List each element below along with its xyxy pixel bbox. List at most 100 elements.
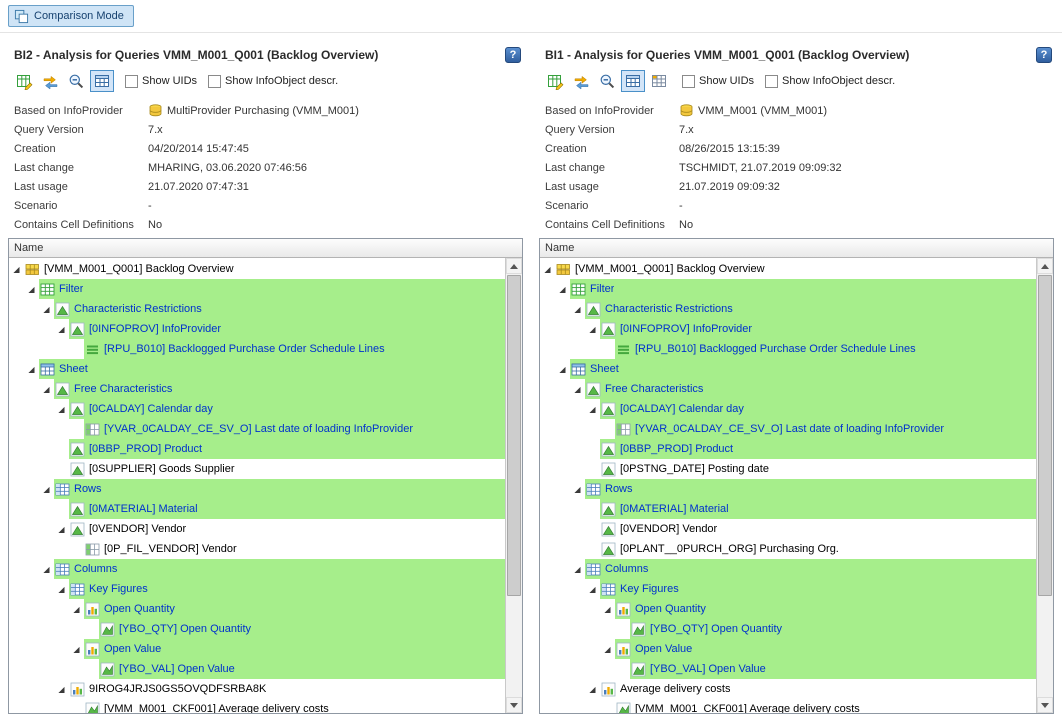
collapse-toggle-icon[interactable]: ◢	[540, 259, 555, 279]
tree-node[interactable]: [0MATERIAL] Material	[540, 499, 1036, 519]
help-icon[interactable]: ?	[1036, 47, 1052, 63]
scrollbar-track[interactable]	[506, 274, 522, 697]
collapse-toggle-icon[interactable]: ◢	[570, 559, 585, 579]
collapse-toggle-icon[interactable]: ◢	[39, 559, 54, 579]
tree-node[interactable]: ◢Open Value	[540, 639, 1036, 659]
collapse-toggle-icon[interactable]: ◢	[54, 519, 69, 539]
scrollbar-thumb[interactable]	[1038, 275, 1052, 596]
tree-node[interactable]: ◢Average delivery costs	[540, 679, 1036, 699]
tree-node[interactable]: [VMM_M001_CKF001] Average delivery costs	[540, 699, 1036, 713]
tree-node[interactable]: ◢Key Figures	[9, 579, 505, 599]
tree-node[interactable]: ◢[0CALDAY] Calendar day	[540, 399, 1036, 419]
tree-node[interactable]: [RPU_B010] Backlogged Purchase Order Sch…	[540, 339, 1036, 359]
tree-column-header[interactable]: Name	[9, 239, 522, 258]
checkbox-show-infoobject-descr[interactable]: Show InfoObject descr.	[765, 75, 895, 88]
tree-node[interactable]: ◢[0INFOPROV] InfoProvider	[540, 319, 1036, 339]
collapse-toggle-icon[interactable]: ◢	[54, 679, 69, 699]
tree-node[interactable]: ◢Sheet	[540, 359, 1036, 379]
checkbox-show-uids[interactable]: Show UIDs	[682, 75, 754, 88]
tree-node[interactable]: ◢Characteristic Restrictions	[9, 299, 505, 319]
scrollbar-thumb[interactable]	[507, 275, 521, 596]
tree-node[interactable]: ◢Filter	[9, 279, 505, 299]
tree-node[interactable]: [0P_FIL_VENDOR] Vendor	[9, 539, 505, 559]
tree-node[interactable]: [YBO_QTY] Open Quantity	[540, 619, 1036, 639]
comparison-mode-button[interactable]: Comparison Mode	[8, 5, 134, 27]
collapse-toggle-icon[interactable]: ◢	[39, 379, 54, 399]
tree-node[interactable]: [0PLANT__0PURCH_ORG] Purchasing Org.	[540, 539, 1036, 559]
tree-node[interactable]: ◢[0CALDAY] Calendar day	[9, 399, 505, 419]
tree-node[interactable]: ◢Free Characteristics	[9, 379, 505, 399]
tree-node[interactable]: [0BBP_PROD] Product	[9, 439, 505, 459]
collapse-toggle-icon[interactable]: ◢	[9, 259, 24, 279]
toolbar-button-zoom-out[interactable]	[595, 70, 619, 92]
collapse-toggle-icon[interactable]: ◢	[39, 479, 54, 499]
toolbar-button-edit-table[interactable]	[543, 70, 567, 92]
collapse-toggle-icon[interactable]: ◢	[69, 639, 84, 659]
scroll-up-button[interactable]	[1037, 258, 1053, 274]
scrollbar-track[interactable]	[1037, 274, 1053, 697]
collapse-toggle-icon[interactable]: ◢	[570, 299, 585, 319]
tree-column-header[interactable]: Name	[540, 239, 1053, 258]
tree-node[interactable]: ◢Free Characteristics	[540, 379, 1036, 399]
checkbox-box[interactable]	[682, 75, 695, 88]
collapse-toggle-icon[interactable]: ◢	[570, 479, 585, 499]
tree-node[interactable]: [RPU_B010] Backlogged Purchase Order Sch…	[9, 339, 505, 359]
toolbar-button-hierarchy-grid[interactable]	[621, 70, 645, 92]
tree-node[interactable]: ◢Sheet	[9, 359, 505, 379]
checkbox-box[interactable]	[208, 75, 221, 88]
scroll-up-button[interactable]	[506, 258, 522, 274]
tree-node[interactable]: [0PSTNG_DATE] Posting date	[540, 459, 1036, 479]
collapse-toggle-icon[interactable]: ◢	[585, 319, 600, 339]
collapse-toggle-icon[interactable]: ◢	[585, 399, 600, 419]
vertical-scrollbar[interactable]	[505, 258, 522, 713]
collapse-toggle-icon[interactable]: ◢	[600, 639, 615, 659]
tree-node[interactable]: ◢Key Figures	[540, 579, 1036, 599]
tree-node[interactable]: [0SUPPLIER] Goods Supplier	[9, 459, 505, 479]
tree-node[interactable]: [VMM_M001_CKF001] Average delivery costs	[9, 699, 505, 713]
tree-node[interactable]: ◢9IROG4JRJS0GS5OVQDFSRBA8K	[9, 679, 505, 699]
checkbox-box[interactable]	[765, 75, 778, 88]
toolbar-button-table-grid[interactable]	[647, 70, 671, 92]
tree-node[interactable]: [YVAR_0CALDAY_CE_SV_O] Last date of load…	[9, 419, 505, 439]
tree-node[interactable]: [0VENDOR] Vendor	[540, 519, 1036, 539]
collapse-toggle-icon[interactable]: ◢	[600, 599, 615, 619]
tree-node[interactable]: ◢Columns	[9, 559, 505, 579]
collapse-toggle-icon[interactable]: ◢	[585, 679, 600, 699]
tree-node[interactable]: [YBO_VAL] Open Value	[540, 659, 1036, 679]
toolbar-button-edit-table[interactable]	[12, 70, 36, 92]
tree-node[interactable]: ◢Open Quantity	[540, 599, 1036, 619]
tree-node[interactable]: [0BBP_PROD] Product	[540, 439, 1036, 459]
tree-node[interactable]: ◢Rows	[9, 479, 505, 499]
collapse-toggle-icon[interactable]: ◢	[24, 279, 39, 299]
help-icon[interactable]: ?	[505, 47, 521, 63]
toolbar-button-zoom-out[interactable]	[64, 70, 88, 92]
checkbox-box[interactable]	[125, 75, 138, 88]
checkbox-show-infoobject-descr[interactable]: Show InfoObject descr.	[208, 75, 338, 88]
scroll-down-button[interactable]	[1037, 697, 1053, 713]
collapse-toggle-icon[interactable]: ◢	[39, 299, 54, 319]
toolbar-button-swap-arrows[interactable]	[38, 70, 62, 92]
toolbar-button-hierarchy-grid[interactable]	[90, 70, 114, 92]
tree-node[interactable]: ◢Open Value	[9, 639, 505, 659]
collapse-toggle-icon[interactable]: ◢	[555, 359, 570, 379]
collapse-toggle-icon[interactable]: ◢	[585, 579, 600, 599]
tree-node[interactable]: [YBO_QTY] Open Quantity	[9, 619, 505, 639]
vertical-scrollbar[interactable]	[1036, 258, 1053, 713]
tree-node[interactable]: ◢[0VENDOR] Vendor	[9, 519, 505, 539]
tree-node[interactable]: ◢[VMM_M001_Q001] Backlog Overview	[9, 259, 505, 279]
tree-node[interactable]: ◢[0INFOPROV] InfoProvider	[9, 319, 505, 339]
toolbar-button-swap-arrows[interactable]	[569, 70, 593, 92]
collapse-toggle-icon[interactable]: ◢	[69, 599, 84, 619]
scroll-down-button[interactable]	[506, 697, 522, 713]
collapse-toggle-icon[interactable]: ◢	[570, 379, 585, 399]
tree-node[interactable]: ◢Open Quantity	[9, 599, 505, 619]
collapse-toggle-icon[interactable]: ◢	[555, 279, 570, 299]
collapse-toggle-icon[interactable]: ◢	[54, 319, 69, 339]
tree-node[interactable]: ◢Columns	[540, 559, 1036, 579]
collapse-toggle-icon[interactable]: ◢	[54, 579, 69, 599]
tree-node[interactable]: [0MATERIAL] Material	[9, 499, 505, 519]
tree-node[interactable]: ◢Filter	[540, 279, 1036, 299]
collapse-toggle-icon[interactable]: ◢	[54, 399, 69, 419]
tree-node[interactable]: [YVAR_0CALDAY_CE_SV_O] Last date of load…	[540, 419, 1036, 439]
checkbox-show-uids[interactable]: Show UIDs	[125, 75, 197, 88]
